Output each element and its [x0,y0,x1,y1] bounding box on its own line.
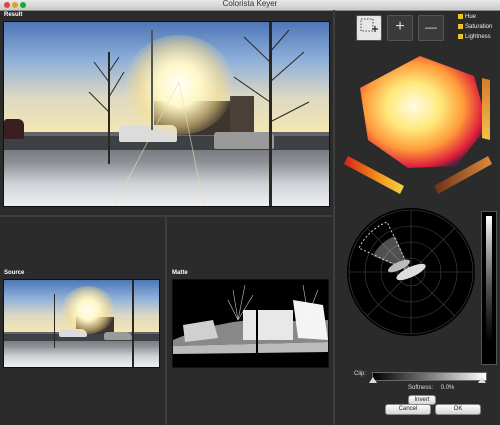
title-bar: Colorista Keyer [0,0,500,11]
matte-label: Matte [172,270,188,276]
legend-hue[interactable]: Hue [458,14,476,20]
clip-slider[interactable] [369,372,487,383]
legend-saturation[interactable]: Saturation [458,24,492,30]
thumb-divider [165,217,167,425]
source-label: Source [4,270,25,276]
ok-button[interactable]: OK [435,404,481,415]
legend-lightness[interactable]: Lightness [458,34,491,40]
softness-label: Softness: [408,385,434,391]
add-button[interactable]: + [387,15,413,41]
clip-label: Clip: [354,371,367,377]
cancel-button[interactable]: Cancel [385,404,431,415]
softness-value[interactable]: 0.0% [441,385,455,391]
softness-row: Softness: 0.0% [408,385,454,391]
eyedropper-tool[interactable] [356,15,382,41]
result-label: Result [4,12,23,18]
matte-image [172,279,329,368]
clip-high-handle[interactable] [478,377,486,383]
result-image [3,21,330,207]
window-title: Colorista Keyer [222,0,278,8]
subtract-button[interactable]: — [418,15,444,41]
hsl-cube[interactable] [338,48,500,198]
hue-checkbox-icon [458,14,463,19]
luminance-range-bar[interactable] [481,211,497,365]
saturation-checkbox-icon [458,24,463,29]
vectorscope[interactable] [347,208,475,336]
source-image [3,279,160,368]
right-panel-divider [333,10,335,425]
lightness-checkbox-icon [458,34,463,39]
selection-plus-icon [360,18,378,32]
clip-low-handle[interactable] [369,377,377,383]
